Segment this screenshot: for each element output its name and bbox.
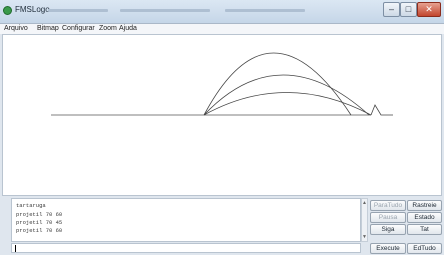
menu-zoom[interactable]: Zoom — [99, 24, 117, 34]
trajectory-low — [203, 92, 372, 116]
execute-button[interactable]: Execute — [370, 243, 406, 254]
arrow-down-icon[interactable]: ▼ — [362, 234, 367, 240]
turtle-graphics — [51, 52, 393, 116]
command-input[interactable] — [11, 243, 361, 253]
commander-history[interactable]: tartaruga projetil 70 60 projetil 70 45 … — [11, 198, 361, 242]
drawing-canvas[interactable] — [2, 34, 442, 196]
text-caret — [15, 245, 16, 252]
title-bar-texture — [225, 9, 305, 12]
siga-button[interactable]: Siga — [370, 224, 406, 235]
history-line: projetil 70 60 — [16, 211, 63, 218]
menu-arquivo[interactable]: Arquivo — [4, 24, 28, 34]
trajectory-mid — [203, 74, 370, 116]
estado-button[interactable]: Estado — [407, 212, 442, 223]
menu-bitmap[interactable]: Bitmap — [37, 24, 59, 34]
edtudo-button[interactable]: EdTudo — [407, 243, 442, 254]
arrow-up-icon[interactable]: ▲ — [362, 200, 367, 206]
minimize-button[interactable]: – — [383, 2, 400, 17]
history-scrollbar[interactable]: ▲ ▼ — [361, 198, 368, 242]
history-line: projetil 70 45 — [16, 219, 63, 226]
menu-ajuda[interactable]: Ajuda — [119, 24, 137, 34]
close-button[interactable]: ✕ — [417, 2, 441, 17]
turtle-icon — [370, 104, 393, 116]
menu-bar: Arquivo Bitmap Configurar Zoom Ajuda — [0, 24, 444, 34]
maximize-button[interactable]: □ — [400, 2, 417, 17]
history-line: projetil 70 60 — [16, 227, 63, 234]
trajectory-high — [203, 52, 352, 116]
para-tudo-button[interactable]: ParaTudo — [370, 200, 406, 211]
turtle-icon — [3, 6, 12, 15]
pausa-button[interactable]: Pausa — [370, 212, 406, 223]
tat-button[interactable]: Tat — [407, 224, 442, 235]
history-line: tartaruga — [16, 202, 46, 209]
menu-configurar[interactable]: Configurar — [62, 24, 95, 34]
rastreie-button[interactable]: Rastreie — [407, 200, 442, 211]
window-title: FMSLogo — [15, 5, 50, 14]
title-bar-texture — [120, 9, 210, 12]
title-bar-texture — [48, 9, 108, 12]
title-bar: FMSLogo – □ ✕ — [0, 0, 444, 24]
